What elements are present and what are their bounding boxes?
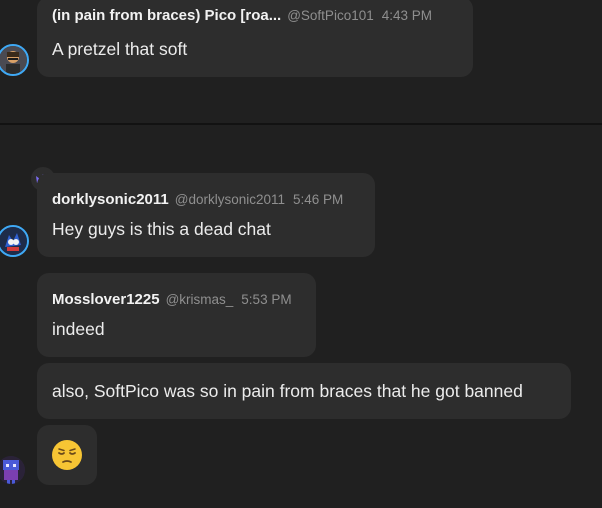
- author-handle[interactable]: @krismas_: [166, 292, 234, 307]
- author-handle[interactable]: @dorklysonic2011: [175, 192, 285, 207]
- message-bubble[interactable]: dorklysonic2011 @dorklysonic2011 5:46 PM H…: [37, 173, 375, 257]
- avatar-image: [0, 227, 27, 255]
- message-bubble[interactable]: Mosslover1225 @krismas_ 5:53 PM indeed: [37, 273, 316, 357]
- avatar-image: [0, 46, 27, 74]
- message-text: also, SoftPico was so in pain from brace…: [52, 381, 523, 401]
- message-header: Mosslover1225 @krismas_ 5:53 PM: [52, 291, 292, 309]
- avatar-mosslover[interactable]: [0, 456, 25, 484]
- message-text: A pretzel that soft: [52, 39, 188, 59]
- message-header: (in pain from braces) Pico [roa... @SoftP…: [52, 7, 432, 25]
- message-bubble[interactable]: (in pain from braces) Pico [roa... @SoftP…: [37, 0, 473, 77]
- message-bubble[interactable]: 😔: [37, 425, 97, 485]
- message-header: dorklysonic2011 @dorklysonic2011 5:46 PM: [52, 191, 343, 209]
- author-handle[interactable]: @SoftPico101: [287, 8, 374, 23]
- divider: [0, 123, 602, 125]
- message-bubble[interactable]: also, SoftPico was so in pain from brace…: [37, 363, 571, 419]
- author-name[interactable]: dorklysonic2011: [52, 191, 169, 208]
- author-name[interactable]: (in pain from braces) Pico [roa...: [52, 7, 281, 24]
- author-name[interactable]: Mosslover1225: [52, 291, 160, 308]
- message-text: indeed: [52, 319, 105, 339]
- timestamp: 5:46 PM: [293, 192, 344, 207]
- message-text: Hey guys is this a dead chat: [52, 219, 271, 239]
- timestamp: 4:43 PM: [381, 8, 433, 23]
- avatar-image: [0, 456, 25, 484]
- avatar-dorklysonic[interactable]: [0, 225, 29, 257]
- avatar-softpico[interactable]: [0, 44, 29, 76]
- pensive-face-emoji: 😔: [51, 439, 83, 471]
- timestamp: 5:53 PM: [241, 292, 292, 307]
